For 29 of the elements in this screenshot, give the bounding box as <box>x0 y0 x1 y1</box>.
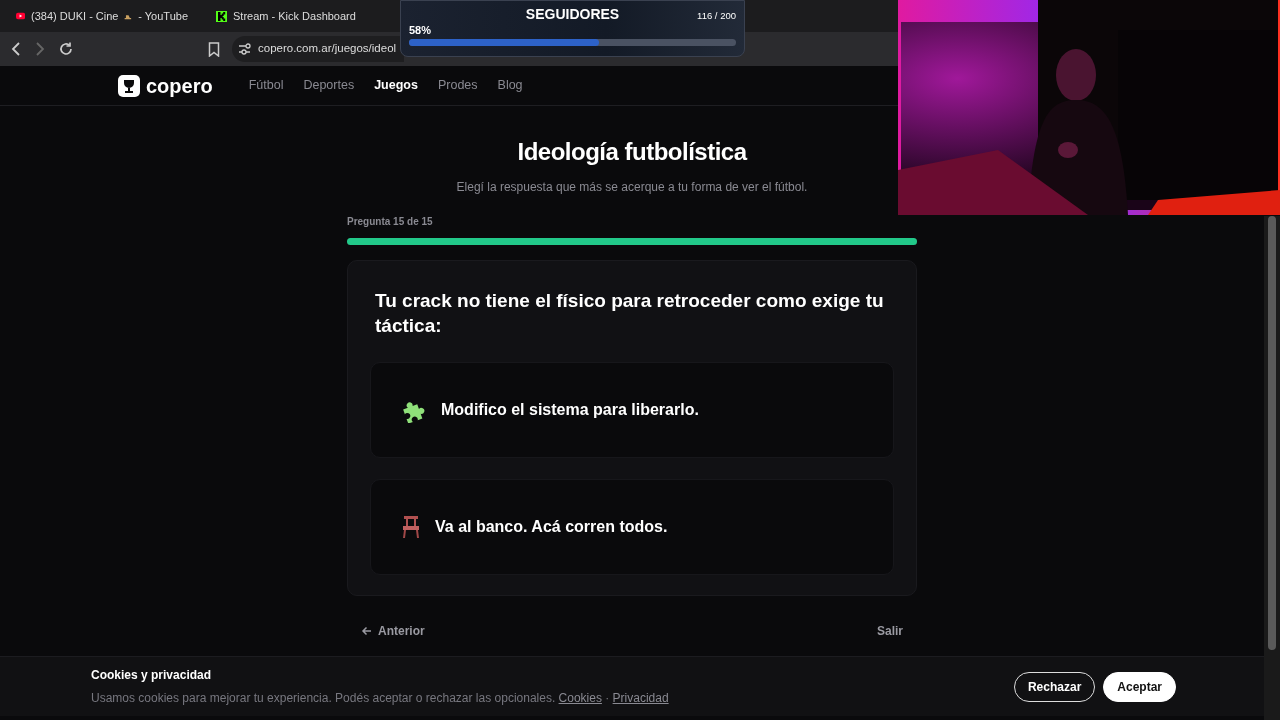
nav-link[interactable]: Deportes <box>303 76 355 95</box>
address-bar[interactable]: copero.com.ar/juegos/ideol <box>232 36 404 62</box>
question-text: Tu crack no tiene el físico para retroceder como exige tu táctica: <box>375 289 885 338</box>
widget-title: SEGUIDORES <box>525 5 620 23</box>
logo-text: copero <box>146 73 213 99</box>
nav-link[interactable]: Prodes <box>437 76 478 95</box>
tab-title: Stream - Kick Dashboard <box>233 8 356 24</box>
nav-link[interactable]: Blog <box>497 76 523 95</box>
percent-text: 58% <box>409 23 432 37</box>
cookie-title: Cookies y privacidad <box>91 667 213 684</box>
tab-title: - YouTube <box>138 8 188 24</box>
url-text: copero.com.ar/juegos/ideol <box>258 41 397 57</box>
answer-option[interactable]: Modifico el sistema para liberarlo. <box>370 362 894 459</box>
previous-link[interactable]: Anterior <box>361 622 425 641</box>
browser-tab[interactable]: Stream - Kick Dashboard <box>202 2 402 30</box>
cookie-link[interactable]: Cookies <box>558 691 602 705</box>
exit-link[interactable]: Salir <box>877 622 903 641</box>
cookie-link[interactable]: Privacidad <box>612 691 669 705</box>
subtitle: Elegí la respuesta que más se acerque a tu forma de ver el fútbol. <box>455 179 809 196</box>
nav-link[interactable]: Juegos <box>374 76 418 95</box>
page-title: Ideología futbolística <box>516 137 749 167</box>
cookie-text: Usamos cookies para mejorar tu experiencia. Podés aceptar o rechazar las opcionales. Cookies · Privacidad <box>91 690 669 707</box>
follower-count: 116 / 200 <box>697 9 736 23</box>
progress-label: Pregunta 15 de 15 <box>347 215 434 229</box>
accept-button[interactable]: Aceptar <box>1103 671 1176 702</box>
nav-link[interactable]: Fútbol <box>248 76 284 95</box>
tab-title: (384) DUKI - Cine <box>31 8 119 24</box>
browser-tab[interactable]: (384) DUKI - Cine - YouTube <box>2 2 202 30</box>
answer-option[interactable]: Va al banco. Acá corren todos. <box>370 479 894 576</box>
